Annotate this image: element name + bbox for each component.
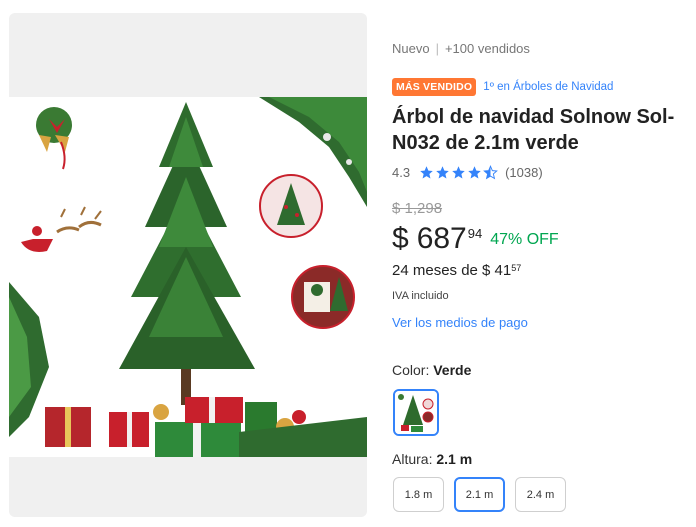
inset-room-photo: [291, 265, 355, 329]
price-cents: 94: [467, 226, 483, 241]
price-integer: 687: [416, 222, 467, 255]
rating-count: (1038): [505, 165, 543, 180]
star-full-icon: [436, 166, 449, 179]
product-title: Árbol de navidad Solnow Sol-N032 de 2.1m…: [392, 106, 675, 154]
star-half-icon: [483, 165, 498, 180]
installments: 24 meses de $ 41 57: [392, 262, 521, 279]
color-label: Color: Verde: [392, 362, 471, 378]
color-value: Verde: [433, 362, 472, 378]
rating-summary[interactable]: 4.3 (1038): [392, 165, 543, 180]
tax-note: IVA incluido: [392, 290, 449, 302]
color-swatch-verde[interactable]: [393, 389, 439, 436]
product-meta: Nuevo | +100 vendidos: [392, 41, 530, 56]
installments-text: 24 meses de $ 41: [392, 262, 512, 279]
original-price: $ 1,298: [392, 200, 443, 217]
star-full-icon: [420, 166, 433, 179]
size-option-1-8m[interactable]: 1.8 m: [393, 477, 444, 512]
swatch-thumbnail: [395, 391, 437, 434]
meta-separator: |: [435, 41, 439, 56]
size-label-prefix: Altura:: [392, 451, 437, 467]
product-image[interactable]: [9, 97, 367, 457]
product-gallery[interactable]: [9, 13, 367, 517]
size-value: 2.1 m: [436, 451, 473, 467]
price-currency: $: [392, 222, 409, 255]
star-full-icon: [468, 166, 481, 179]
sold-count: +100 vendidos: [444, 41, 530, 56]
badge-row: MÁS VENDIDO 1º en Árboles de Navidad: [392, 78, 613, 96]
category-rank-link[interactable]: 1º en Árboles de Navidad: [483, 81, 613, 93]
size-option-2-1m[interactable]: 2.1 m: [454, 477, 505, 512]
installments-cents: 57: [511, 263, 522, 273]
size-label: Altura: 2.1 m: [392, 451, 472, 467]
condition-label: Nuevo: [392, 41, 430, 56]
discount-label: 47% OFF: [490, 231, 559, 248]
best-seller-badge: MÁS VENDIDO: [392, 78, 477, 96]
inset-tree-photo: [259, 174, 323, 238]
star-full-icon: [452, 166, 465, 179]
size-options: 1.8 m 2.1 m 2.4 m: [393, 477, 576, 512]
current-price: $ 687 94 47% OFF: [392, 220, 559, 258]
payment-methods-link[interactable]: Ver los medios de pago: [392, 315, 528, 330]
color-label-prefix: Color:: [392, 362, 434, 378]
rating-stars: [419, 165, 499, 180]
size-option-2-4m[interactable]: 2.4 m: [515, 477, 566, 512]
rating-score: 4.3: [392, 165, 411, 180]
